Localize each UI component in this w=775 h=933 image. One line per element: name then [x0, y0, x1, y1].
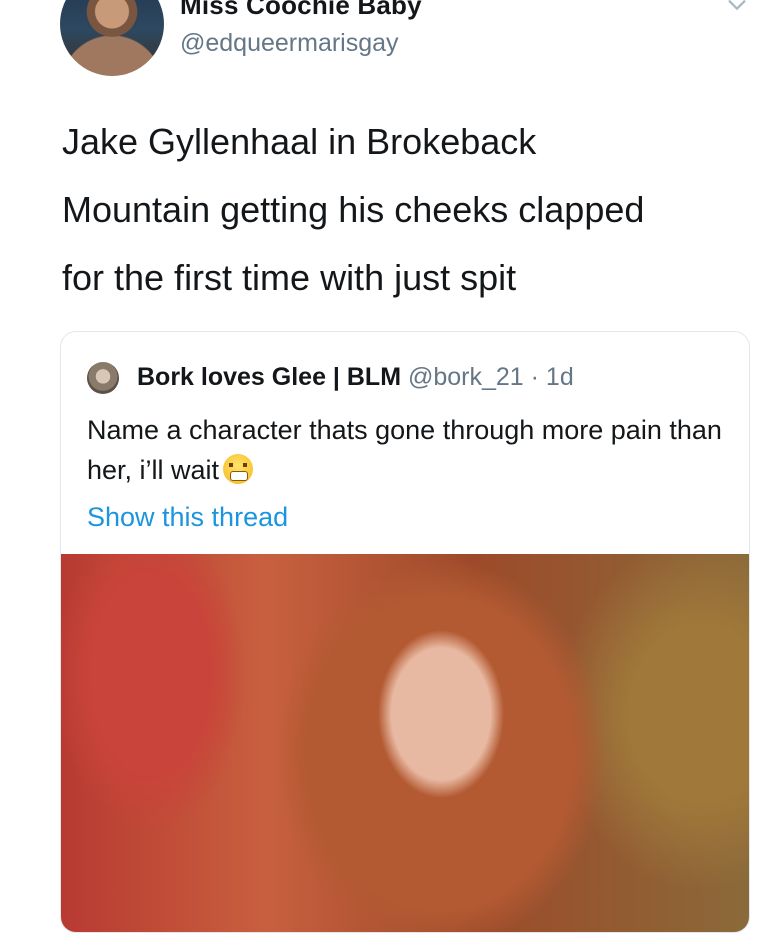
author-avatar[interactable] [60, 0, 164, 76]
chevron-down-icon[interactable] [726, 0, 748, 16]
persevering-face-emoji-icon [223, 454, 254, 484]
quoted-author-name: Bork loves Glee | BLM [137, 363, 402, 391]
tweet-card: Miss Coochie Baby @edqueermarisgay Jake … [0, 0, 775, 933]
tweet-text-line: for the first time with just spit [62, 257, 517, 298]
quoted-tweet-text: Name a character thats gone through more… [87, 410, 727, 490]
tweet-text: Jake Gyllenhaal in Brokeback Mountain ge… [62, 108, 762, 312]
quoted-tweet-header: Bork loves Glee | BLM @bork_21 · 1d [137, 363, 574, 392]
author-display-name[interactable]: Miss Coochie Baby [180, 0, 422, 21]
quoted-author-avatar [87, 362, 119, 394]
quoted-author-handle: @bork_21 [407, 363, 524, 391]
show-thread-link[interactable]: Show this thread [87, 502, 288, 533]
separator-dot: · [523, 363, 546, 391]
quoted-tweet-time: 1d [545, 363, 574, 391]
tweet-text-line: Mountain getting his cheeks clapped [62, 189, 645, 230]
quoted-tweet-image[interactable] [61, 554, 749, 932]
quoted-tweet-body: Name a character thats gone through more… [87, 415, 722, 485]
tweet-text-line: Jake Gyllenhaal in Brokeback [62, 121, 537, 162]
author-handle[interactable]: @edqueermarisgay [180, 29, 399, 58]
quoted-tweet-card[interactable]: Bork loves Glee | BLM @bork_21 · 1d Name… [60, 331, 750, 933]
